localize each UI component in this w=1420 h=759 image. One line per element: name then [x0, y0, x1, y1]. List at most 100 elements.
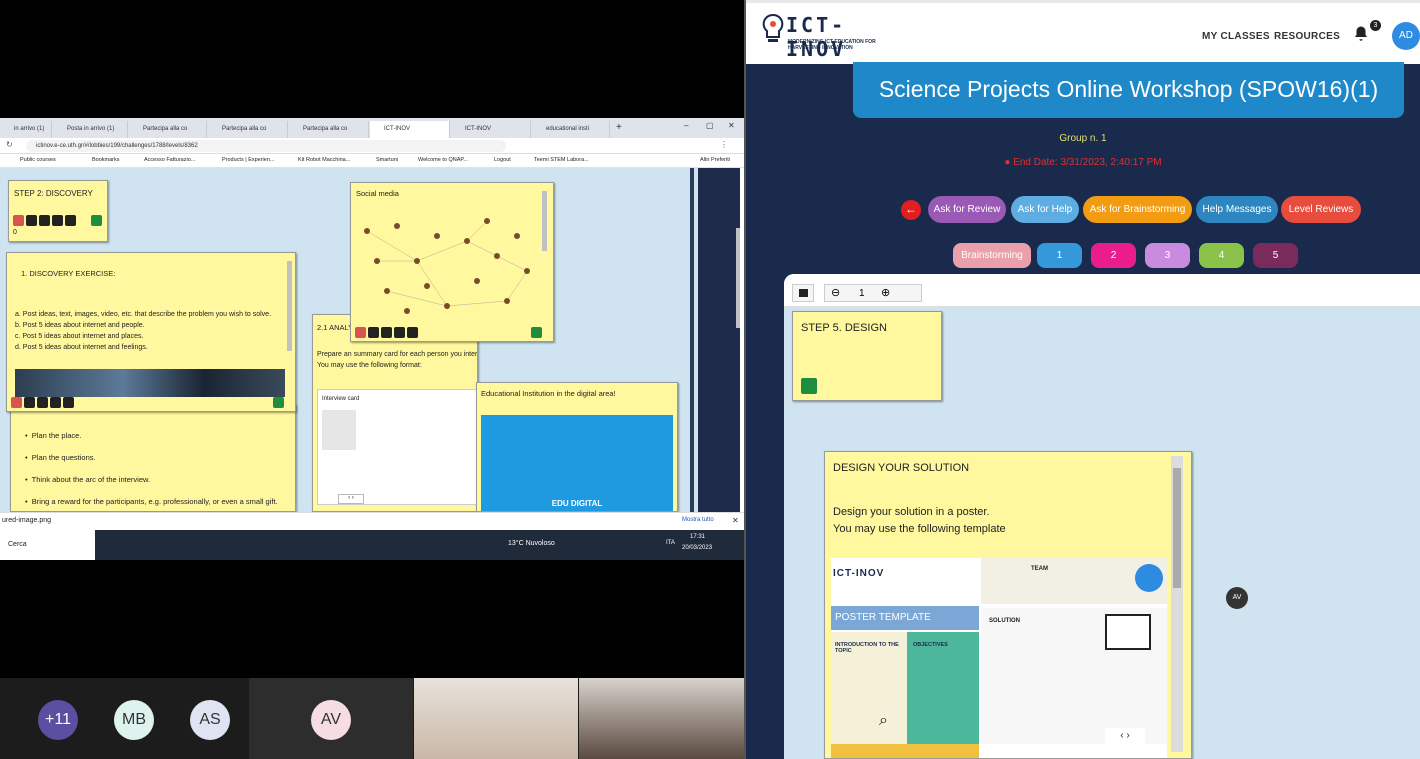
lock-icon [91, 215, 102, 226]
brand-name: ICT-INOV [786, 13, 847, 61]
zoom-out-icon[interactable]: ⊖ [831, 286, 840, 299]
bell-icon[interactable] [1352, 25, 1370, 43]
discovery-exercise-card[interactable]: 1. DISCOVERY EXERCISE: a. Post ideas, te… [6, 252, 296, 412]
close-icon[interactable]: ✕ [732, 516, 739, 525]
browser-tab[interactable]: in arrivo (1) [0, 121, 52, 138]
participant-avatar[interactable]: AS [190, 700, 230, 740]
new-tab-icon[interactable]: + [616, 122, 622, 133]
download-file[interactable]: ured-image.png [2, 517, 51, 524]
info-icon[interactable] [52, 215, 63, 226]
pager-icon[interactable]: ‹ › [338, 494, 364, 504]
level-4[interactable]: 4 [1199, 243, 1244, 268]
reload-icon[interactable]: ↻ [6, 140, 13, 149]
bookmark[interactable]: Altri Preferiti [700, 157, 730, 163]
close-icon[interactable]: ✕ [728, 121, 735, 130]
bookmark[interactable]: Public courses [20, 157, 56, 163]
minimize-icon[interactable]: – [684, 121, 688, 130]
bookmark[interactable]: Products | Experien... [222, 157, 274, 163]
participant-video[interactable] [579, 678, 744, 759]
back-arrow-icon[interactable]: ← [901, 200, 921, 220]
nav-my-classes[interactable]: MY CLASSES [1202, 31, 1270, 42]
poster-intro: INTRODUCTION TO THE TOPIC [835, 642, 899, 654]
level-3[interactable]: 3 [1145, 243, 1190, 268]
bookmark[interactable]: Logout [494, 157, 511, 163]
browser-tab[interactable]: educational insti [532, 121, 610, 138]
bookmark[interactable]: Bookmarks [92, 157, 120, 163]
browser-tab[interactable]: Partecipa alla co [129, 121, 207, 138]
ask-help-button[interactable]: Ask for Help [1011, 196, 1079, 223]
bookmark[interactable]: Kit Robot Macchina... [298, 157, 350, 163]
user-avatar[interactable]: AD [1392, 22, 1420, 50]
edit-icon[interactable] [368, 327, 379, 338]
interview-tips-card[interactable]: Each interview should be at least 30 min… [10, 404, 296, 512]
edit-icon[interactable] [26, 215, 37, 226]
brand-tagline: MODERNIZING ICT EDUCATION FOR HARVESTING… [788, 39, 876, 51]
browser-tab[interactable]: Posta in arrivo (1) [53, 121, 128, 138]
poster-solution-panel: SOLUTION [981, 608, 1167, 744]
card-text: Design your solution in a poster. You ma… [833, 506, 1006, 535]
shared-screen: in arrivo (1) Posta in arrivo (1) Partec… [0, 118, 744, 560]
card-title: 2.1 ANALY [317, 323, 354, 332]
bookmark[interactable]: Smartuni [376, 157, 398, 163]
clock-time: 17:31 [690, 534, 706, 540]
card-title: DESIGN YOUR SOLUTION [833, 462, 970, 474]
step-title: STEP 5. DESIGN [801, 322, 887, 334]
zoom-level: 1 [859, 288, 865, 299]
analysis-card[interactable]: 2.1 ANALY Prepare an summary card for ea… [312, 314, 478, 512]
end-date: ● End Date: 3/31/2023, 2:40:17 PM [1004, 157, 1162, 168]
level-1[interactable]: 1 [1037, 243, 1082, 268]
ask-brainstorming-button[interactable]: Ask for Brainstorming [1083, 196, 1192, 223]
participant-avatar[interactable]: MB [114, 700, 154, 740]
pager-icon[interactable]: ‹ › [1105, 728, 1145, 744]
bullet-item: • Plan the questions. [25, 453, 96, 462]
social-media-card[interactable]: Social media [350, 182, 554, 342]
delete-icon[interactable] [13, 215, 24, 226]
zoom-in-icon[interactable]: ⊕ [881, 286, 890, 299]
like-count: 0 [13, 229, 17, 236]
browser-tab-active[interactable]: ICT-INOV [370, 121, 450, 138]
more-participants[interactable]: +11 [38, 700, 78, 740]
level-2[interactable]: 2 [1091, 243, 1136, 268]
edit-icon[interactable] [24, 397, 35, 408]
participants-strip: +11 MB AS AV [0, 678, 744, 759]
design-solution-card[interactable]: DESIGN YOUR SOLUTION Design your solutio… [824, 451, 1192, 759]
step-card[interactable]: STEP 2: DISCOVERY 0 [8, 180, 108, 242]
nav-resources[interactable]: RESOURCES [1274, 31, 1340, 42]
bookmark[interactable]: Teemi STEM Labora... [534, 157, 589, 163]
info-icon[interactable] [394, 327, 405, 338]
show-all-link[interactable]: Mostra tutto [682, 517, 714, 523]
delete-icon[interactable] [11, 397, 22, 408]
browser-tab[interactable]: ICT-INOV [451, 121, 531, 138]
bookmark[interactable]: Accesso Fatturazio... [144, 157, 195, 163]
delete-icon[interactable] [355, 327, 366, 338]
info-icon[interactable] [50, 397, 61, 408]
comment-icon[interactable] [381, 327, 392, 338]
bookmark[interactable]: Welcome to QNAP... [418, 157, 468, 163]
browser-tab[interactable]: Partecipa alla co [208, 121, 288, 138]
level-5[interactable]: 5 [1253, 243, 1298, 268]
note-tool-icon[interactable] [792, 284, 814, 302]
help-messages-button[interactable]: Help Messages [1196, 196, 1278, 223]
menu-icon[interactable]: ⋮ [720, 140, 728, 149]
participant-avatar[interactable]: AV [311, 700, 351, 740]
step-card[interactable]: STEP 5. DESIGN [792, 311, 942, 401]
url-field[interactable]: ictinov.e-ce.uth.gr/#/lobbies/199/challe… [26, 140, 506, 152]
like-icon[interactable] [407, 327, 418, 338]
taskbar-search[interactable]: Cerca [0, 530, 95, 560]
like-icon[interactable] [63, 397, 74, 408]
poster-objectives-panel: OBJECTIVES [907, 632, 979, 744]
edu-digital-image: EDU DIGITAL [481, 415, 673, 511]
ask-review-button[interactable]: Ask for Review [928, 196, 1006, 223]
level-reviews-button[interactable]: Level Reviews [1281, 196, 1361, 223]
browser-tab[interactable]: Partecipa alla co [289, 121, 369, 138]
maximize-icon[interactable]: ▢ [706, 121, 714, 130]
poster-objectives: OBJECTIVES [913, 642, 948, 648]
clock-icon: ● [1004, 157, 1011, 168]
comment-icon[interactable] [39, 215, 50, 226]
edu-institution-card[interactable]: Educational Institution in the digital a… [476, 382, 678, 512]
like-icon[interactable] [65, 215, 76, 226]
level-brainstorming[interactable]: Brainstorming [953, 243, 1031, 268]
zoom-control: ⊖ 1 ⊕ [824, 284, 922, 302]
comment-icon[interactable] [37, 397, 48, 408]
participant-video[interactable] [414, 678, 578, 759]
